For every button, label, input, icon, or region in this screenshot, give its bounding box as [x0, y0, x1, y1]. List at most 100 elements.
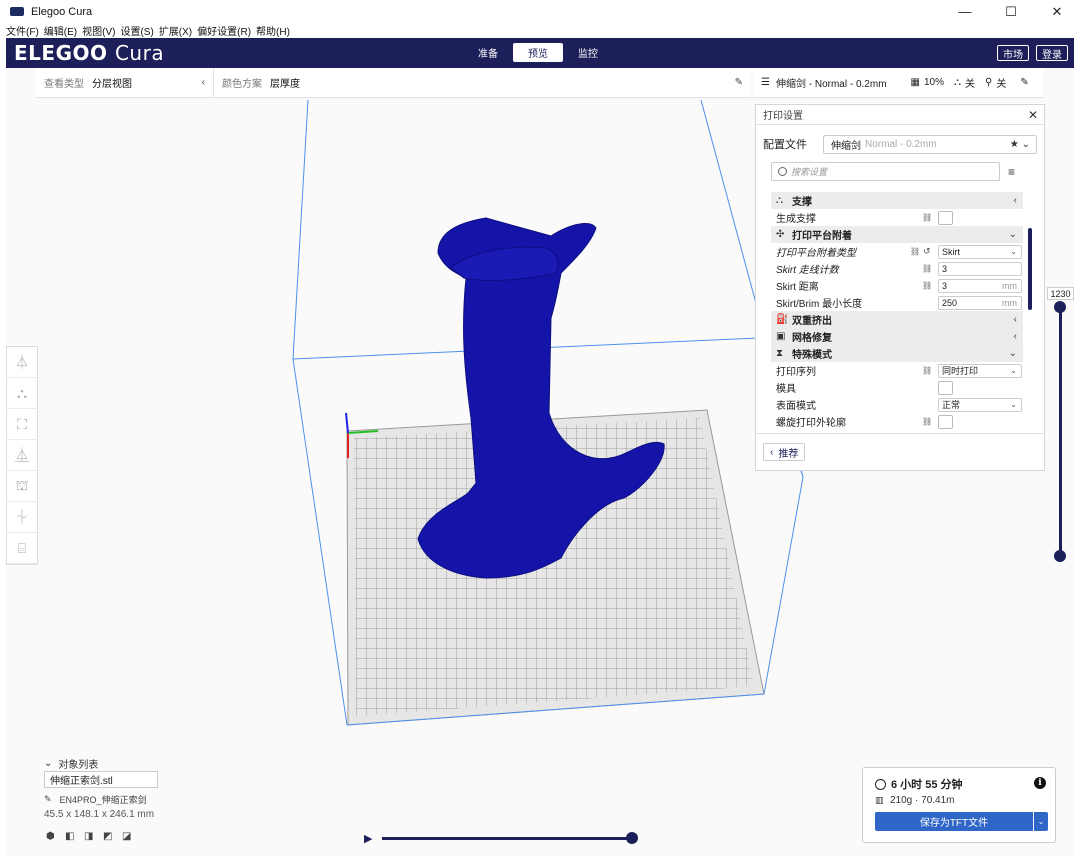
- tab-monitor[interactable]: 监控: [563, 43, 613, 62]
- layer-slider-top-handle[interactable]: [1054, 301, 1066, 313]
- tab-preview[interactable]: 预览: [513, 43, 563, 62]
- special-modes-icon: ⧗: [776, 348, 784, 359]
- save-options-chevron-icon[interactable]: ⌄: [1034, 812, 1048, 831]
- category-support[interactable]: ⛬ 支撑 ‹: [771, 192, 1023, 209]
- object-list: ⌄ 对象列表 伸缩正索剑.stl ✎ EN4PRO_伸缩正索剑 45.5 x 1…: [44, 756, 158, 842]
- tool-support-icon[interactable]: ⏃: [7, 347, 37, 378]
- print-settings-panel: 打印设置 ✕ 配置文件 伸缩剑 Normal - 0.2mm ★ ⌄ 搜索设置 …: [755, 104, 1045, 471]
- skirt-min-length-input[interactable]: 250 mm: [938, 295, 1022, 310]
- play-icon[interactable]: ▶: [364, 832, 372, 845]
- chevron-down-icon: ⌄: [44, 758, 53, 769]
- mold-checkbox[interactable]: [938, 380, 953, 395]
- object-dimensions: 45.5 x 148.1 x 246.1 mm: [44, 809, 155, 820]
- menu-extensions[interactable]: 扩展(X): [159, 23, 192, 38]
- chevron-left-icon: ‹: [1013, 314, 1017, 325]
- profile-selector[interactable]: 伸缩剑 Normal - 0.2mm ★ ⌄: [823, 135, 1037, 154]
- panel-header: 打印设置 ✕: [756, 105, 1044, 125]
- menu-settings[interactable]: 设置(S): [120, 23, 153, 38]
- pencil-icon[interactable]: ✎: [44, 794, 52, 805]
- layer-number-input[interactable]: 1230: [1047, 287, 1074, 300]
- layer-slider-track[interactable]: [1059, 309, 1062, 559]
- skirt-distance-input[interactable]: 3 mm: [938, 278, 1022, 293]
- recommended-button[interactable]: ‹ 推荐: [763, 443, 806, 461]
- view-right-icon[interactable]: ◪: [122, 831, 141, 842]
- surface-mode-select[interactable]: 正常 ⌄: [938, 397, 1022, 412]
- clock-icon: [875, 778, 886, 790]
- summary-infill: 10%: [923, 77, 944, 88]
- menu-file[interactable]: 文件(F): [6, 23, 39, 38]
- object-name-item[interactable]: 伸缩正索剑.stl: [44, 771, 158, 788]
- color-scheme-selector[interactable]: 颜色方案 层厚度 ✎: [214, 68, 751, 97]
- edit-pencil-icon[interactable]: ✎: [1020, 77, 1028, 88]
- spiralize-checkbox[interactable]: [938, 414, 953, 429]
- menu-bar: 文件(F) 编辑(E) 视图(V) 设置(S) 扩展(X) 偏好设置(R) 帮助…: [0, 23, 1080, 38]
- view-3d-icon[interactable]: ⬢: [46, 831, 65, 842]
- login-button[interactable]: 登录: [1036, 45, 1068, 61]
- close-button[interactable]: ✕: [1034, 0, 1080, 23]
- setting-label: Skirt 走线计数: [776, 265, 839, 276]
- view-top-icon[interactable]: ◨: [84, 831, 103, 842]
- search-placeholder: 搜索设置: [791, 167, 828, 177]
- menu-help[interactable]: 帮助(H): [256, 23, 290, 38]
- view-options-bar: 查看类型 分层视图 ‹ 颜色方案 层厚度 ✎: [36, 68, 751, 98]
- recommended-label: 推荐: [778, 448, 799, 460]
- marketplace-button[interactable]: 市场: [997, 45, 1029, 61]
- material-value: 210g · 70.41m: [890, 795, 955, 806]
- menu-view[interactable]: 视图(V): [82, 23, 115, 38]
- print-sequence-select[interactable]: 同时打印 ⌄: [938, 363, 1022, 378]
- tool-cylinder-icon[interactable]: ⌸: [7, 533, 37, 564]
- settings-menu-icon[interactable]: ≡: [1008, 165, 1015, 179]
- tool-per-model-icon[interactable]: ⏆: [7, 502, 37, 533]
- view-type-selector[interactable]: 查看类型 分层视图 ‹: [36, 68, 214, 97]
- view-left-icon[interactable]: ◩: [103, 831, 122, 842]
- category-special-label: 特殊模式: [792, 350, 832, 361]
- tool-move-icon[interactable]: ⛬: [7, 378, 37, 409]
- info-icon[interactable]: i: [1034, 777, 1046, 789]
- close-icon[interactable]: ✕: [1028, 108, 1038, 122]
- category-mesh-fixes[interactable]: ▣ 网格修复 ‹: [771, 328, 1023, 345]
- view-front-icon[interactable]: ◧: [65, 831, 84, 842]
- settings-list: ⛬ 支撑 ‹ 生成支撑 ⛓ ✣ 打印平台附着 ⌄ 打印平台附着类型 ⛓ ↺ Sk…: [771, 192, 1023, 430]
- tool-scale-icon[interactable]: ⛶: [7, 409, 37, 440]
- setting-label: 打印平台附着类型: [776, 248, 856, 259]
- settings-search[interactable]: 搜索设置: [771, 162, 1000, 181]
- link-icon: ⛓: [922, 417, 933, 426]
- tab-prepare[interactable]: 准备: [463, 43, 513, 62]
- profile-icon: ☰: [761, 77, 770, 88]
- 3d-viewport[interactable]: 查看类型 分层视图 ‹ 颜色方案 层厚度 ✎ ☰ 伸缩剑 - Normal - …: [6, 68, 1074, 856]
- reset-icon[interactable]: ↺: [923, 246, 931, 257]
- setting-skirt-distance: Skirt 距离 ⛓ 3 mm: [771, 277, 1023, 294]
- generate-support-checkbox[interactable]: [938, 210, 953, 225]
- category-special-modes[interactable]: ⧗ 特殊模式 ⌄: [771, 345, 1023, 362]
- minimize-button[interactable]: —: [942, 0, 988, 23]
- path-slider-track[interactable]: [382, 837, 632, 840]
- field-value: 250: [942, 297, 958, 308]
- setting-skirt-line-count: Skirt 走线计数 ⛓ 3: [771, 260, 1023, 277]
- divider: [756, 433, 1044, 434]
- menu-preferences[interactable]: 偏好设置(R): [197, 23, 251, 38]
- settings-scrollbar[interactable]: [1028, 228, 1032, 310]
- profile-row: 配置文件: [763, 136, 807, 152]
- adhesion-type-select[interactable]: Skirt ⌄: [938, 244, 1022, 259]
- setting-surface-mode: 表面模式 正常 ⌄: [771, 396, 1023, 413]
- object-list-header[interactable]: ⌄ 对象列表: [44, 756, 98, 771]
- category-dual-extrusion[interactable]: ⛽ 双重挤出 ‹: [771, 311, 1023, 328]
- tool-mirror-icon[interactable]: ⛫: [7, 471, 37, 502]
- print-settings-summary[interactable]: ☰ 伸缩剑 - Normal - 0.2mm ▦ 10% ⛬ 关 ⚲ 关 ✎: [753, 68, 1043, 98]
- menu-edit[interactable]: 编辑(E): [44, 23, 77, 38]
- field-value: 同时打印: [942, 366, 979, 376]
- skirt-line-count-input[interactable]: 3: [938, 261, 1022, 276]
- field-value: 3: [942, 263, 948, 274]
- dual-extrusion-icon: ⛽: [776, 314, 789, 325]
- infill-icon: ▦: [910, 77, 920, 88]
- path-slider-handle[interactable]: [626, 832, 638, 844]
- layer-slider-bottom-handle[interactable]: [1054, 550, 1066, 562]
- save-to-tft-button[interactable]: 保存为TFT文件: [875, 812, 1033, 831]
- window-controls: — ☐ ✕: [942, 0, 1080, 23]
- maximize-button[interactable]: ☐: [988, 0, 1034, 23]
- category-adhesion[interactable]: ✣ 打印平台附着 ⌄: [771, 226, 1023, 243]
- chevron-left-icon: ‹: [1013, 331, 1017, 342]
- category-dual-label: 双重挤出: [792, 316, 832, 327]
- tool-rotate-icon[interactable]: ⏅: [7, 440, 37, 471]
- field-value: Skirt: [942, 246, 960, 257]
